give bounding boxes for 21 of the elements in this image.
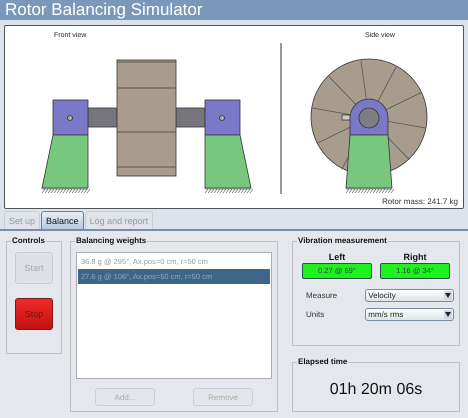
group-title: Vibration measurement <box>297 236 388 245</box>
tab[interactable]: Log and report <box>84 211 154 229</box>
dropdown-value: Velocity <box>367 291 396 300</box>
tab[interactable]: Balance <box>41 211 84 229</box>
dropdown[interactable]: mm/s rms <box>365 308 454 321</box>
elapsed-time: 01h 20m 06s <box>330 380 422 398</box>
channel-label: Right <box>404 252 426 262</box>
tab[interactable]: Set up <box>4 211 40 229</box>
group-title: Balancing weights <box>75 236 148 245</box>
group-title: Controls <box>11 236 46 245</box>
field-label: Units <box>306 310 326 319</box>
dropdown-arrow-icon[interactable] <box>444 291 452 300</box>
dropdown-arrow-icon[interactable] <box>444 310 452 319</box>
dropdown[interactable]: Velocity <box>365 289 454 302</box>
window-title: Rotor Balancing Simulator <box>0 0 468 20</box>
field-label: Measure <box>306 291 338 300</box>
group-title: Elapsed time <box>297 357 348 366</box>
channel-label: Left <box>328 252 346 262</box>
stop-button[interactable]: Stop <box>15 298 53 330</box>
rotor-mass-label: Rotor mass: 241.7 kg <box>382 197 458 206</box>
dropdown-value: mm/s rms <box>367 310 404 319</box>
